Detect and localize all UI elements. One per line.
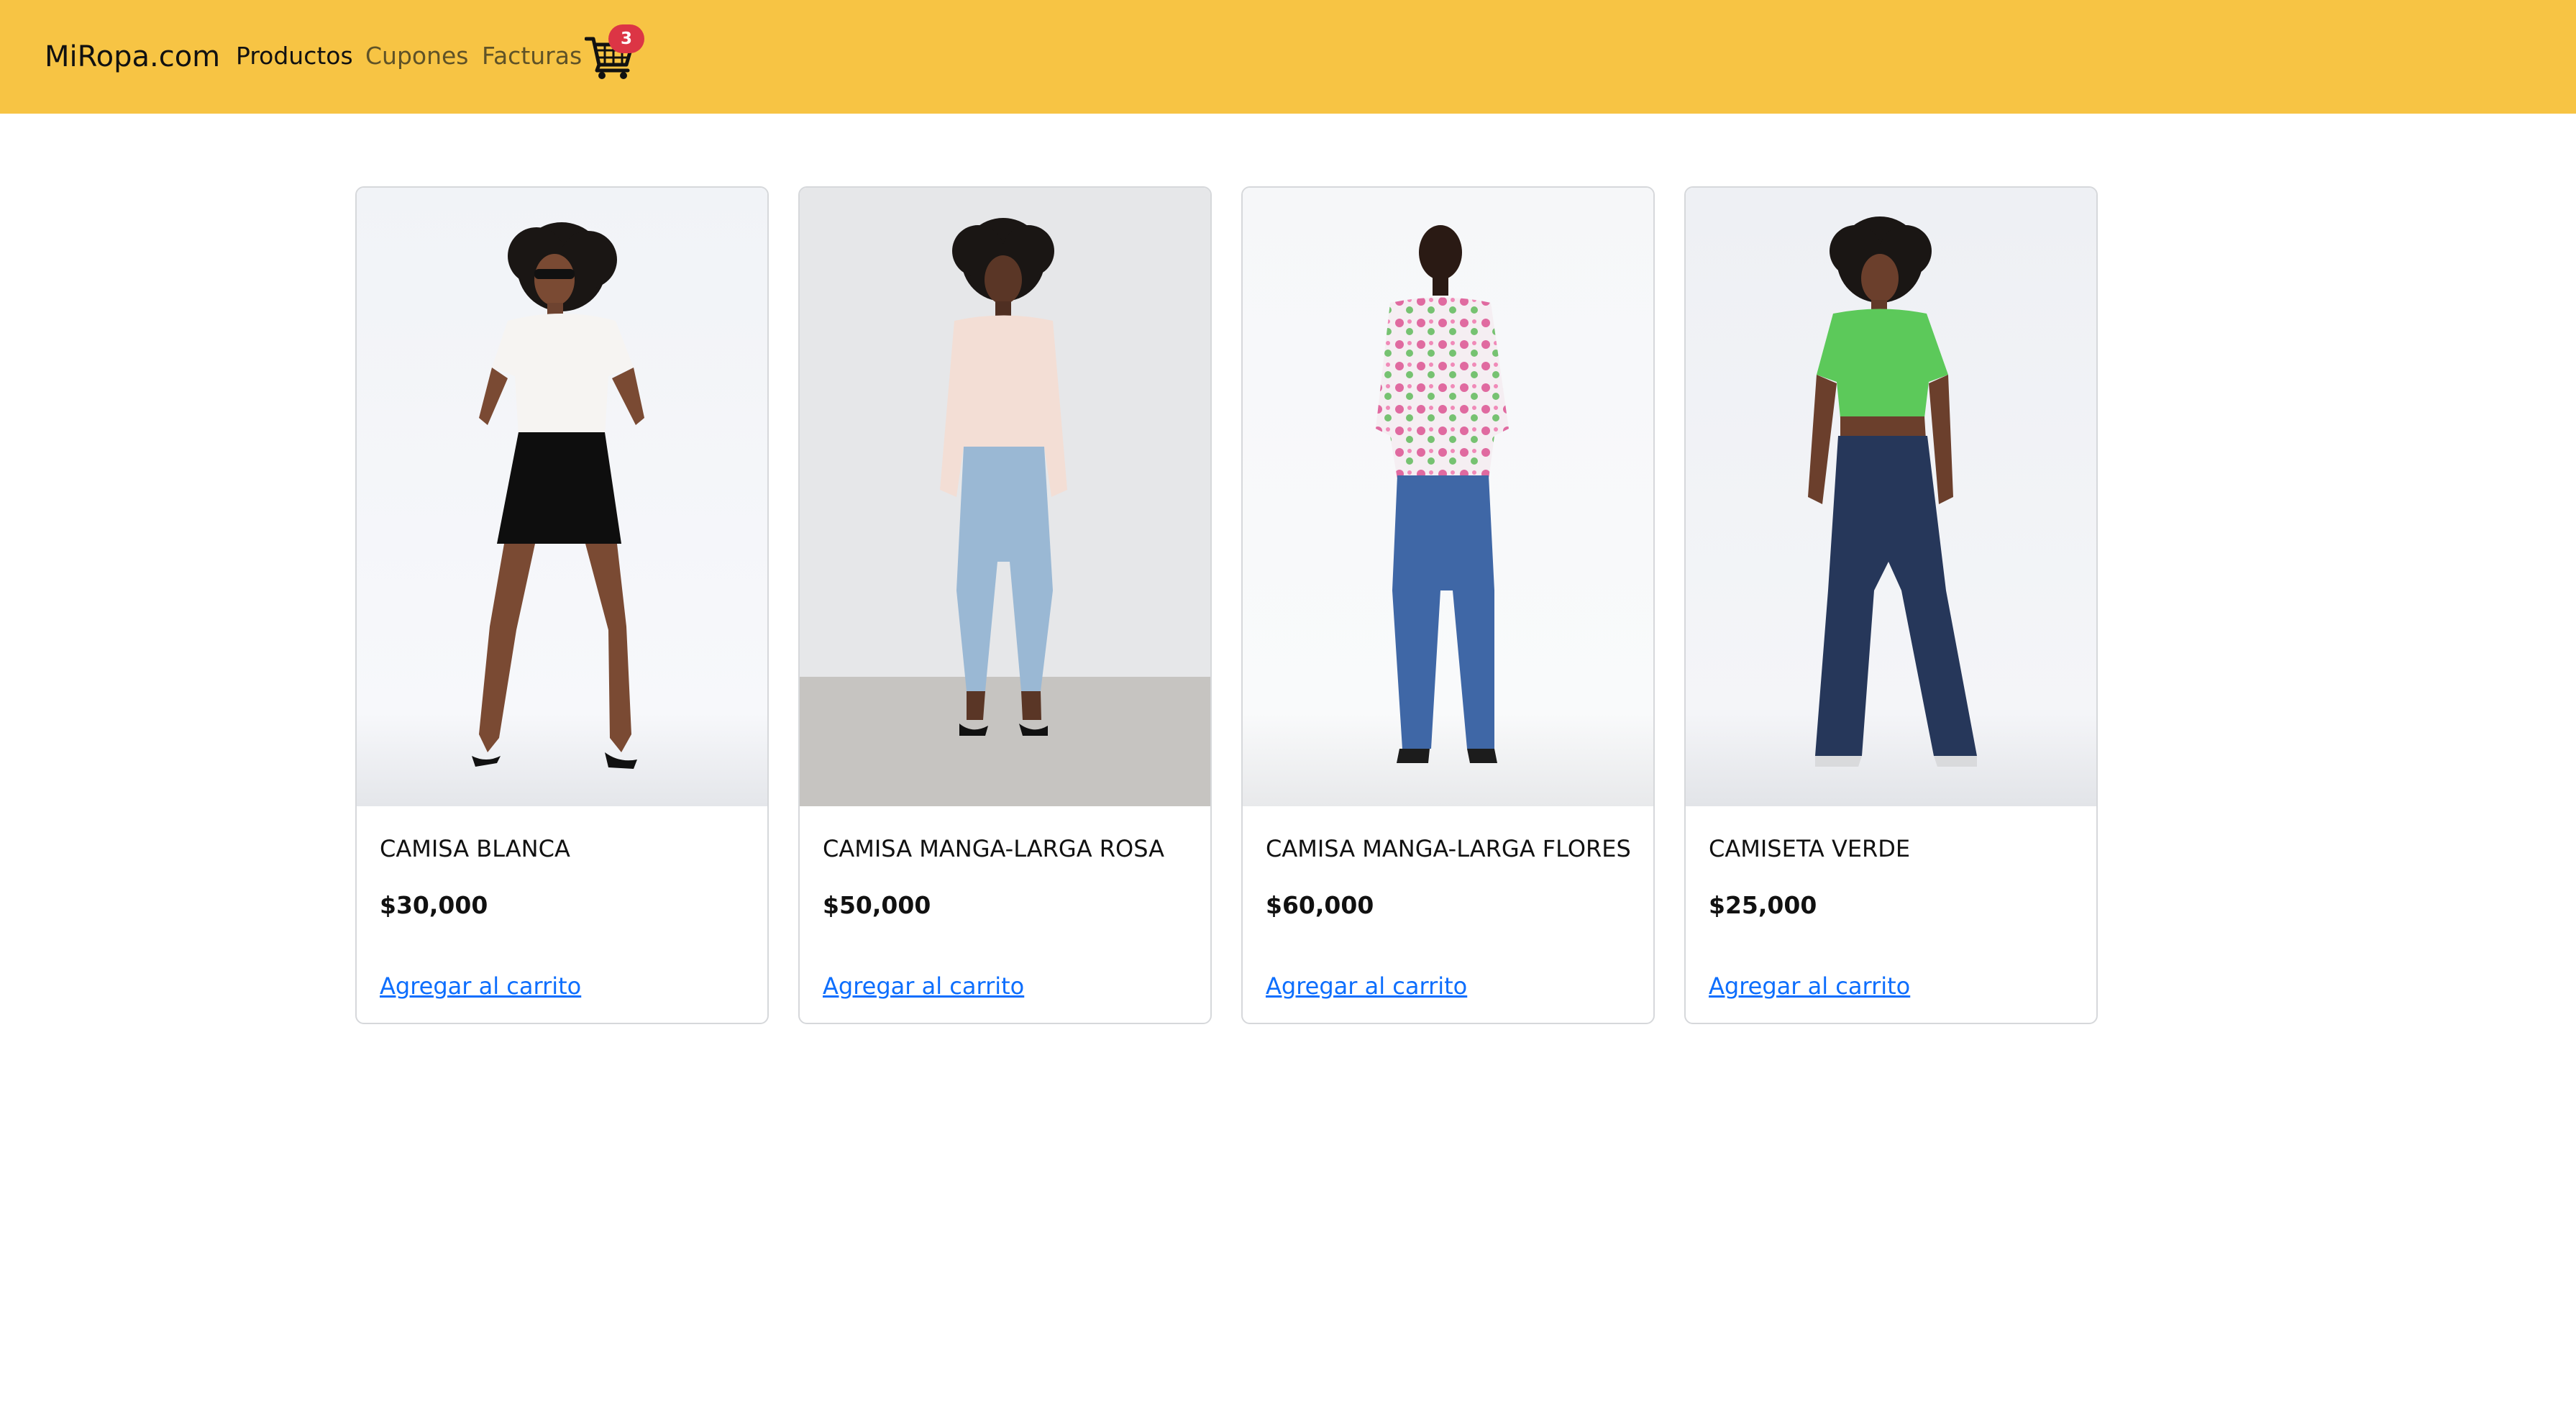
add-to-cart-link[interactable]: Agregar al carrito xyxy=(823,970,1024,1002)
product-card: CAMISA MANGA-LARGA ROSA $50,000 Agregar … xyxy=(798,186,1212,1024)
product-title: CAMISA MANGA-LARGA ROSA xyxy=(823,835,1164,862)
product-title: CAMISA MANGA-LARGA FLORES xyxy=(1266,835,1631,862)
add-to-cart-link[interactable]: Agregar al carrito xyxy=(1709,970,1910,1002)
model-white-top-black-skirt-image xyxy=(357,188,767,806)
product-title: CAMISA BLANCA xyxy=(380,835,570,862)
add-to-cart-link[interactable]: Agregar al carrito xyxy=(380,970,581,1002)
product-image xyxy=(1243,188,1653,806)
product-image xyxy=(357,188,767,806)
product-price: $50,000 xyxy=(823,891,931,919)
model-floral-shirt-blue-jeans-image xyxy=(1243,188,1653,806)
product-card: CAMISA BLANCA $30,000 Agregar al carrito xyxy=(355,186,769,1024)
model-green-polo-dark-jeans-image xyxy=(1686,188,2096,806)
add-to-cart-link[interactable]: Agregar al carrito xyxy=(1266,970,1467,1002)
product-image xyxy=(1686,188,2096,806)
top-navbar: MiRopa.com Productos Cupones Facturas 3 xyxy=(0,0,2576,114)
nav-link-productos[interactable]: Productos xyxy=(236,40,353,72)
product-card: CAMISA MANGA-LARGA FLORES $60,000 Agrega… xyxy=(1241,186,1655,1024)
nav-link-cupones[interactable]: Cupones xyxy=(365,40,469,72)
model-pink-blouse-light-jeans-image xyxy=(800,188,1210,806)
cart-count-badge: 3 xyxy=(608,24,644,53)
brand-logo-link[interactable]: MiRopa.com xyxy=(45,37,220,76)
product-card: CAMISETA VERDE $25,000 Agregar al carrit… xyxy=(1684,186,2098,1024)
product-title: CAMISETA VERDE xyxy=(1709,835,1911,862)
product-price: $30,000 xyxy=(380,891,488,919)
product-price: $25,000 xyxy=(1709,891,1817,919)
cart-button[interactable]: 3 xyxy=(579,24,644,89)
product-image xyxy=(800,188,1210,806)
product-price: $60,000 xyxy=(1266,891,1374,919)
nav-link-facturas[interactable]: Facturas xyxy=(482,40,582,72)
